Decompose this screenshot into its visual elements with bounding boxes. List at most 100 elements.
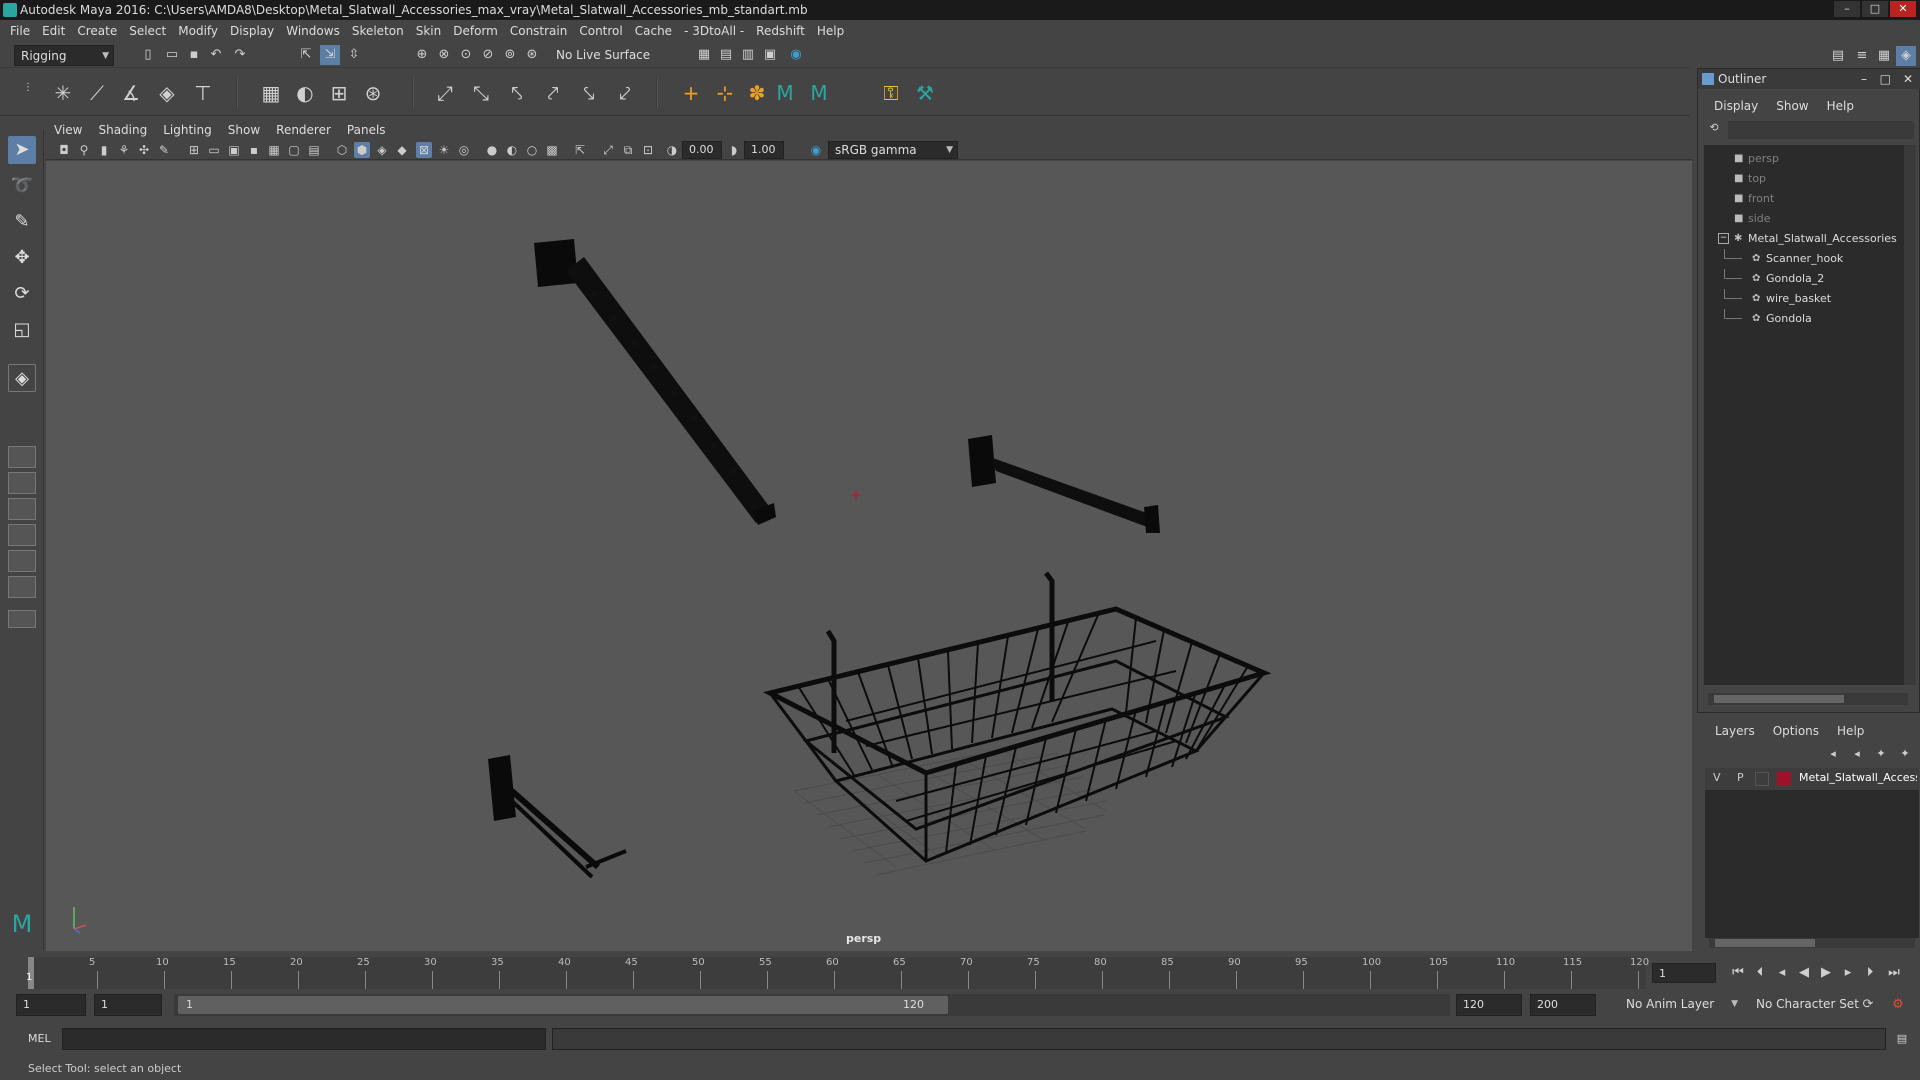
set-driven-key-icon[interactable]: ⚿ <box>876 78 906 108</box>
select-camera-icon[interactable]: ◘ <box>56 142 72 158</box>
viewport-menu-shading[interactable]: Shading <box>98 123 147 137</box>
redo-icon[interactable]: ↷ <box>230 45 250 65</box>
aim-constraint-icon[interactable]: ⤡ <box>466 78 496 108</box>
outliner-item[interactable]: − ✱ Metal_Slatwall_Accessories <box>1704 229 1904 249</box>
orient-constraint-icon[interactable]: ⤣ <box>502 78 532 108</box>
four-pane-layout-icon[interactable] <box>8 472 36 494</box>
outliner-search-input[interactable] <box>1728 121 1914 139</box>
outliner-menu-help[interactable]: Help <box>1827 99 1854 113</box>
snap-surface-icon[interactable]: ⊚ <box>500 45 520 65</box>
select-hierarchy-icon[interactable]: ⇱ <box>296 45 316 65</box>
toggle-channel-box-icon[interactable]: ◈ <box>1896 46 1916 66</box>
layers-menu-layers[interactable]: Layers <box>1715 724 1755 738</box>
outliner-persp-layout-icon[interactable] <box>8 524 36 546</box>
outliner-item[interactable]: ✿ Gondola <box>1704 309 1904 329</box>
toggle-modeling-toolkit-icon[interactable]: ▤ <box>1828 46 1848 66</box>
layer-visibility-toggle[interactable]: V <box>1713 771 1721 784</box>
frame-all-icon[interactable]: ⤢ <box>600 142 616 158</box>
menu-help[interactable]: Help <box>817 24 844 38</box>
outliner-item[interactable]: ■ top <box>1704 169 1904 189</box>
menu-cache[interactable]: Cache <box>635 24 672 38</box>
image-plane-icon[interactable]: ⚘ <box>116 142 132 158</box>
open-scene-icon[interactable]: ▭ <box>162 45 182 65</box>
playback-end-field[interactable]: 120 <box>1456 994 1522 1016</box>
outliner-vscrollbar[interactable] <box>1904 145 1916 685</box>
textured-icon[interactable]: ◆ <box>394 142 410 158</box>
resolution-gate-icon[interactable]: ▣ <box>226 142 242 158</box>
layer-row[interactable]: V P Metal_Slatwall_Accessories <box>1705 768 1919 790</box>
shelf-menu-icon[interactable]: ⋮ <box>18 78 38 98</box>
isolate-select-icon[interactable]: ● <box>484 142 500 158</box>
grid-toggle-icon[interactable]: ⊞ <box>186 142 202 158</box>
scale-tool-icon[interactable]: ◱ <box>8 316 36 344</box>
paint-weights-icon[interactable]: ◐ <box>290 78 320 108</box>
menu-3dtoall[interactable]: - 3DtoAll - <box>684 24 744 38</box>
step-back-key-icon[interactable]: ⏴ <box>1750 963 1770 983</box>
outliner-item[interactable]: ■ persp <box>1704 149 1904 169</box>
collapse-toggle-icon[interactable]: − <box>1718 233 1729 244</box>
live-surface-field[interactable]: No Live Surface <box>550 45 654 66</box>
single-pane-layout-icon[interactable] <box>8 446 36 468</box>
script-editor-icon[interactable]: ▤ <box>1892 1029 1912 1049</box>
exposure-icon[interactable]: ◑ <box>664 142 680 158</box>
range-slider-bar[interactable]: 1 120 <box>178 996 948 1014</box>
render-settings-icon[interactable]: ▦ <box>694 45 714 65</box>
snap-vertex-icon[interactable]: ⊛ <box>522 45 542 65</box>
rotate-tool-icon[interactable]: ⟳ <box>8 280 36 308</box>
hypershade-layout-icon[interactable] <box>8 576 36 598</box>
lock-camera-icon[interactable]: ⚲ <box>76 142 92 158</box>
menu-redshift[interactable]: Redshift <box>756 24 805 38</box>
viewport-menu-show[interactable]: Show <box>228 123 260 137</box>
orient-joint-icon[interactable]: ⊤ <box>188 78 218 108</box>
use-lights-icon[interactable]: ⊠ <box>416 142 432 158</box>
smooth-bind-icon[interactable]: ⊞ <box>324 78 354 108</box>
anim-layer-select[interactable]: No Anim Layer ▼ <box>1620 994 1742 1016</box>
scanner-hook-model[interactable] <box>534 239 776 525</box>
command-language-label[interactable]: MEL <box>28 1032 51 1045</box>
ik-spline-icon[interactable]: ∡ <box>116 78 146 108</box>
menu-skin[interactable]: Skin <box>416 24 442 38</box>
outliner-menu-display[interactable]: Display <box>1714 99 1758 113</box>
menu-create[interactable]: Create <box>77 24 117 38</box>
two-pane-layout-icon[interactable] <box>8 498 36 520</box>
toggle-tool-settings-icon[interactable]: ▦ <box>1874 46 1894 66</box>
xray-icon[interactable]: ◐ <box>504 142 520 158</box>
smooth-shade-icon[interactable]: ⬢ <box>354 142 370 158</box>
move-layer-up-icon[interactable]: ◂ <box>1823 744 1843 764</box>
snap-point-icon[interactable]: ⊙ <box>456 45 476 65</box>
go-to-start-icon[interactable]: ⏮ <box>1728 963 1748 983</box>
lattice-icon[interactable]: ✽ <box>742 78 772 108</box>
locator-icon[interactable]: + <box>676 78 706 108</box>
frame-selected-icon[interactable]: ⧉ <box>620 142 636 158</box>
snap-grid-icon[interactable]: ⊕ <box>412 45 432 65</box>
select-component-icon[interactable]: ⇳ <box>344 45 364 65</box>
viewport-menu-view[interactable]: View <box>54 123 82 137</box>
ik-handle-icon[interactable]: ⟋ <box>82 78 112 108</box>
rigid-bind-icon[interactable]: ⊛ <box>358 78 388 108</box>
menu-edit[interactable]: Edit <box>42 24 65 38</box>
outliner-hscroll-thumb[interactable] <box>1714 695 1844 703</box>
play-backwards-icon[interactable]: ◀ <box>1794 963 1814 983</box>
gondola-model[interactable] <box>488 755 627 879</box>
move-layer-down-icon[interactable]: ◂ <box>1847 744 1867 764</box>
command-input[interactable] <box>62 1028 546 1050</box>
joint-tool-icon[interactable]: ✳ <box>48 78 78 108</box>
layers-menu-help[interactable]: Help <box>1837 724 1864 738</box>
go-to-end-icon[interactable]: ⏭ <box>1884 963 1904 983</box>
time-slider-track[interactable]: 1 5 10 15 20 25 30 35 40 45 50 55 60 65 70 75 80 85 90 95 1… <box>26 957 1649 989</box>
time-slider[interactable]: 1 5 10 15 20 25 30 35 40 45 50 55 60 65 70 75 80 85 90 95 1… <box>0 951 1920 991</box>
cluster-icon[interactable]: ⊹ <box>710 78 740 108</box>
save-scene-icon[interactable]: ▪ <box>184 45 204 65</box>
paint-select-tool-icon[interactable]: ✎ <box>8 208 36 236</box>
safe-action-icon[interactable]: ▢ <box>286 142 302 158</box>
menu-modify[interactable]: Modify <box>178 24 218 38</box>
ambient-occlusion-icon[interactable]: ◎ <box>456 142 472 158</box>
menu-skeleton[interactable]: Skeleton <box>352 24 404 38</box>
current-frame-field[interactable]: 1 <box>1652 963 1716 983</box>
outliner-item[interactable]: ✿ Scanner_hook <box>1704 249 1904 269</box>
new-empty-layer-icon[interactable]: ✦ <box>1871 744 1891 764</box>
toggle-attribute-editor-icon[interactable]: ≡ <box>1852 46 1872 66</box>
layers-hscrollbar[interactable] <box>1709 938 1915 948</box>
lasso-tool-icon[interactable]: ➰ <box>8 172 36 200</box>
menu-display[interactable]: Display <box>230 24 274 38</box>
